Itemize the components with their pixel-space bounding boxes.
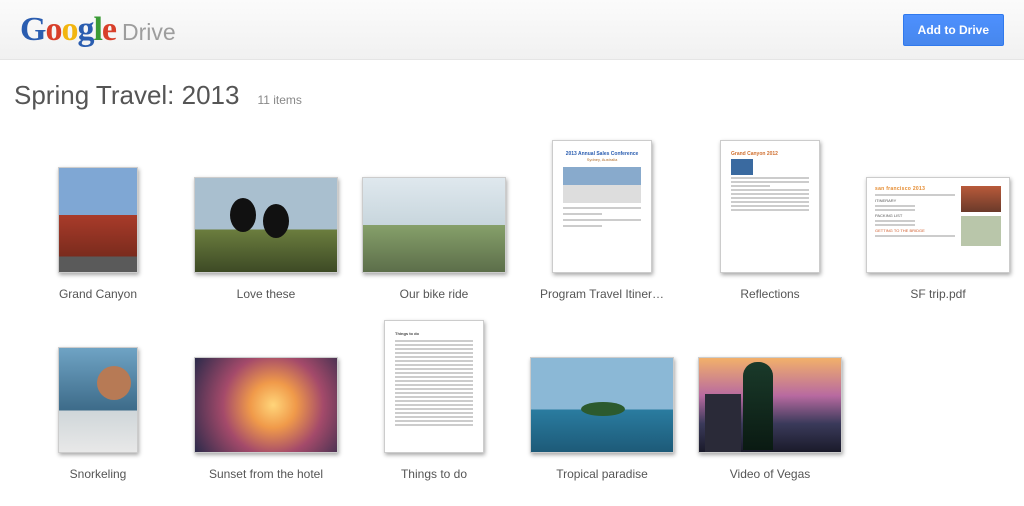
logo-product: Drive xyxy=(122,19,176,46)
file-thumbnail xyxy=(194,357,338,453)
file-item[interactable]: Things to do Things to do xyxy=(350,301,518,481)
file-thumbnail xyxy=(698,357,842,453)
file-caption: Reflections xyxy=(695,287,845,301)
file-thumbnail: Things to do xyxy=(384,320,484,453)
folder-item-count: 11 items xyxy=(257,93,301,107)
file-item[interactable]: Our bike ride xyxy=(350,121,518,301)
file-caption: Snorkeling xyxy=(23,467,173,481)
file-caption: Sunset from the hotel xyxy=(191,467,341,481)
add-to-drive-button[interactable]: Add to Drive xyxy=(903,14,1004,46)
file-item[interactable]: Video of Vegas xyxy=(686,301,854,481)
file-thumbnail xyxy=(362,177,506,273)
file-item[interactable]: Tropical paradise xyxy=(518,301,686,481)
file-grid: Grand Canyon Love these Our bike ride 2013 … xyxy=(0,115,1024,481)
header-bar: Google Drive Add to Drive xyxy=(0,0,1024,60)
file-caption: Grand Canyon xyxy=(23,287,173,301)
file-thumbnail: Grand Canyon 2012 xyxy=(720,140,820,273)
file-caption: Program Travel Itiner… xyxy=(527,287,677,301)
file-item[interactable]: Grand Canyon xyxy=(14,121,182,301)
file-caption: SF trip.pdf xyxy=(863,287,1013,301)
file-caption: Things to do xyxy=(359,467,509,481)
logo[interactable]: Google Drive xyxy=(20,11,176,49)
file-item[interactable]: Grand Canyon 2012 Reflections xyxy=(686,121,854,301)
file-caption: Love these xyxy=(191,287,341,301)
file-item[interactable]: 2013 Annual Sales ConferenceSydney, Aust… xyxy=(518,121,686,301)
file-item[interactable]: Sunset from the hotel xyxy=(182,301,350,481)
file-thumbnail xyxy=(530,357,674,453)
file-caption: Tropical paradise xyxy=(527,467,677,481)
folder-title: Spring Travel: 2013 xyxy=(14,80,239,111)
file-thumbnail xyxy=(58,347,138,453)
file-thumbnail xyxy=(58,167,138,273)
file-thumbnail: san francisco 2013ITINERARYPACKING LISTG… xyxy=(866,177,1010,273)
file-thumbnail xyxy=(194,177,338,273)
file-caption: Our bike ride xyxy=(359,287,509,301)
file-caption: Video of Vegas xyxy=(695,467,845,481)
logo-google: Google xyxy=(20,11,116,49)
folder-header: Spring Travel: 2013 11 items xyxy=(0,60,1024,115)
file-item[interactable]: Snorkeling xyxy=(14,301,182,481)
file-item[interactable]: san francisco 2013ITINERARYPACKING LISTG… xyxy=(854,121,1022,301)
file-item[interactable]: Love these xyxy=(182,121,350,301)
file-thumbnail: 2013 Annual Sales ConferenceSydney, Aust… xyxy=(552,140,652,273)
